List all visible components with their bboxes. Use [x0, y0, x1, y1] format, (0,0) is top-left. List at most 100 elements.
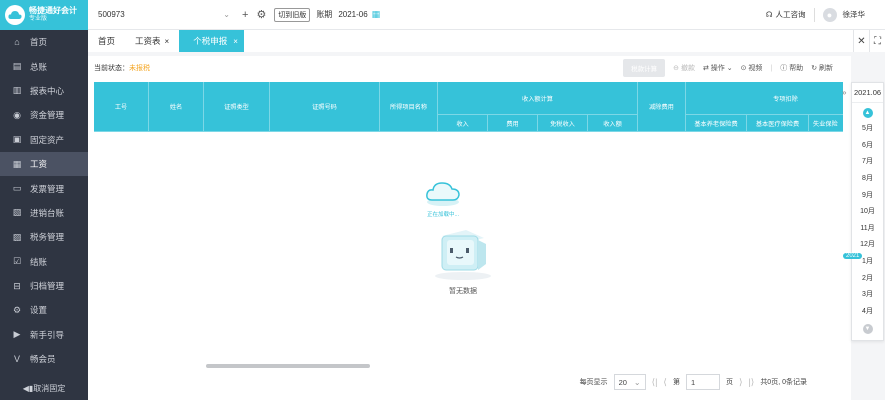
col-group-income: 收入额计算 — [438, 82, 638, 115]
avatar[interactable]: ● — [822, 7, 837, 22]
loading-text: 正在加载中... — [426, 212, 460, 218]
calculate-tax-button[interactable]: 税款计算 — [623, 59, 666, 77]
divider — [813, 7, 815, 22]
col-income[interactable]: 收入 — [438, 115, 488, 132]
sidebar-item[interactable]: ◉ 资金管理 — [0, 103, 88, 127]
switch-old-version-button[interactable]: 切到旧版 — [274, 7, 311, 22]
chevron-up-icon[interactable]: ▲ — [862, 108, 873, 118]
month-list: 5月 6月 7月 8月 9月 10月 11月 12月 1月 2月 3月 4月 — [852, 120, 883, 319]
exchange-icon: ⇄ — [702, 65, 711, 72]
col-pension[interactable]: 基本养老保险费 — [686, 115, 747, 132]
col-taxfree[interactable]: 免税收入 — [538, 115, 588, 132]
month-item[interactable]: 2月 — [852, 269, 883, 286]
tab-home[interactable]: 首页 — [88, 30, 125, 52]
month-item[interactable]: 10月 — [852, 203, 883, 220]
col-name[interactable]: 姓名 — [149, 82, 204, 132]
sidebar-item-label: 报表中心 — [30, 85, 65, 96]
sidebar-item[interactable]: ☑ 结账 — [0, 250, 88, 274]
sidebar-item[interactable]: ▤ 总账 — [0, 54, 88, 78]
help-button[interactable]: ⓘ 帮助 — [780, 63, 803, 73]
per-page-select[interactable]: 20 ⌄ — [613, 374, 646, 390]
unpin-sidebar-button[interactable]: ◀▮取消固定 — [0, 383, 88, 394]
page-summary: 共0页, 0条记录 — [760, 379, 807, 386]
operate-menu[interactable]: ⇄ 操作 ⌄ — [703, 63, 733, 73]
close-icon[interactable]: × — [233, 37, 238, 46]
first-page-icon[interactable]: ⟨| — [652, 377, 658, 388]
app-logo[interactable]: 畅捷通好会计 专业版 — [0, 0, 88, 30]
col-medical[interactable]: 基本医疗保险费 — [747, 115, 809, 132]
refresh-button[interactable]: ↻ 刷新 — [811, 63, 833, 73]
sidebar-item-label: 新手引导 — [30, 329, 65, 340]
logo-subtitle: 专业版 — [29, 16, 48, 23]
sidebar-item-label: 畅会员 — [30, 354, 56, 365]
fullscreen-icon[interactable]: ⛶ — [869, 30, 885, 52]
col-income-amount[interactable]: 收入额 — [588, 115, 638, 132]
loading-indicator: 正在加载中... — [418, 178, 468, 218]
close-account-icon: ☑ — [12, 256, 22, 267]
sidebar-item[interactable]: ▥ 报表中心 — [0, 79, 88, 103]
tab-tax-declaration[interactable]: 个税申报 × — [179, 30, 244, 52]
video-label: 视频 — [748, 65, 763, 72]
calendar-icon[interactable]: ▦ — [372, 9, 381, 20]
prev-page-icon[interactable]: ⟨ — [663, 377, 667, 388]
sidebar-item[interactable]: V 畅会员 — [0, 347, 88, 371]
add-icon[interactable]: + — [242, 9, 248, 21]
top-bar: 500973 ⌄ + ⚙ 切到旧版 账期 2021-06 ▦ ☊ 人工咨询 ● … — [88, 0, 885, 30]
account-select[interactable]: 500973 ⌄ — [94, 6, 234, 24]
withdraw-button[interactable]: ⊖ 撤款 — [673, 63, 695, 73]
month-item[interactable]: 7月 — [852, 153, 883, 170]
logo-title: 畅捷通好会计 — [29, 6, 77, 16]
sidebar-item[interactable]: ⊟ 归档管理 — [0, 274, 88, 298]
col-expense[interactable]: 费用 — [488, 115, 538, 132]
month-item[interactable]: 3月 — [852, 286, 883, 303]
tab-bar: 首页 工资表 × 个税申报 × ✕ ⛶ — [88, 30, 885, 52]
sidebar-item[interactable]: ⌂ 首页 — [0, 30, 88, 54]
status-label: 当前状态： — [94, 65, 129, 72]
gear-icon[interactable]: ⚙ — [256, 8, 266, 21]
money-icon: ◉ — [13, 109, 21, 120]
month-item[interactable]: 12月 — [852, 236, 883, 253]
sidebar-item[interactable]: ⚙ 设置 — [0, 298, 88, 322]
col-group-special: 专项扣除 — [686, 82, 843, 115]
sidebar-item-label: 归档管理 — [30, 281, 65, 292]
period-value[interactable]: 2021-06 — [338, 10, 367, 19]
video-button[interactable]: ⊙ 视频 — [741, 63, 763, 73]
month-item[interactable]: 6月 — [852, 137, 883, 154]
user-name[interactable]: 徐泽华 — [843, 9, 866, 20]
horizontal-scrollbar[interactable] — [206, 364, 370, 368]
next-page-icon[interactable]: ⟩ — [739, 377, 743, 388]
sidebar-item[interactable]: ▭ 发票管理 — [0, 176, 88, 200]
close-icon[interactable]: × — [165, 37, 170, 46]
sidebar-item[interactable]: ▦ 工资 — [0, 151, 88, 177]
tab-label: 工资表 — [135, 36, 161, 46]
headset-icon[interactable]: ☊ — [766, 10, 773, 19]
month-item[interactable]: 9月 — [852, 186, 883, 203]
vip-icon: V — [13, 354, 20, 365]
sidebar-item[interactable]: ▣ 固定资产 — [0, 128, 88, 152]
month-item[interactable]: 5月 — [852, 120, 883, 137]
sidebar-item[interactable]: ▧ 进销台账 — [0, 201, 88, 225]
chevron-down-icon[interactable]: ▼ — [862, 324, 873, 335]
col-income-item[interactable]: 所得项目名称 — [380, 82, 438, 132]
page-prefix: 第 — [672, 379, 680, 386]
month-item[interactable]: 8月 — [852, 170, 883, 187]
col-deduct-expense[interactable]: 减除费用 — [638, 82, 686, 132]
sidebar-item[interactable]: ▶ 新手引导 — [0, 323, 88, 347]
month-item[interactable]: 11月 — [852, 220, 883, 237]
per-page-label: 每页显示 — [579, 379, 608, 386]
last-page-icon[interactable]: |⟩ — [748, 377, 754, 388]
col-cert-type[interactable]: 证照类型 — [204, 82, 270, 132]
sidebar-item-label: 设置 — [30, 305, 48, 316]
month-item[interactable]: 4月 — [852, 303, 883, 320]
col-cert-no[interactable]: 证照号码 — [270, 82, 380, 132]
tab-salary-sheet[interactable]: 工资表 × — [125, 30, 179, 52]
current-period[interactable]: 2021.06 — [852, 83, 883, 103]
help-label: 帮助 — [789, 65, 804, 72]
close-all-tabs-icon[interactable]: ✕ — [853, 30, 869, 52]
support-link[interactable]: 人工咨询 — [776, 9, 806, 20]
double-chevron-right-icon[interactable]: » — [842, 88, 846, 97]
col-unemployment[interactable]: 失业保险 — [809, 115, 843, 132]
page-input[interactable]: 1 — [685, 374, 720, 390]
col-id[interactable]: 工号 — [94, 82, 149, 132]
sidebar-item[interactable]: ▨ 税务管理 — [0, 225, 88, 249]
